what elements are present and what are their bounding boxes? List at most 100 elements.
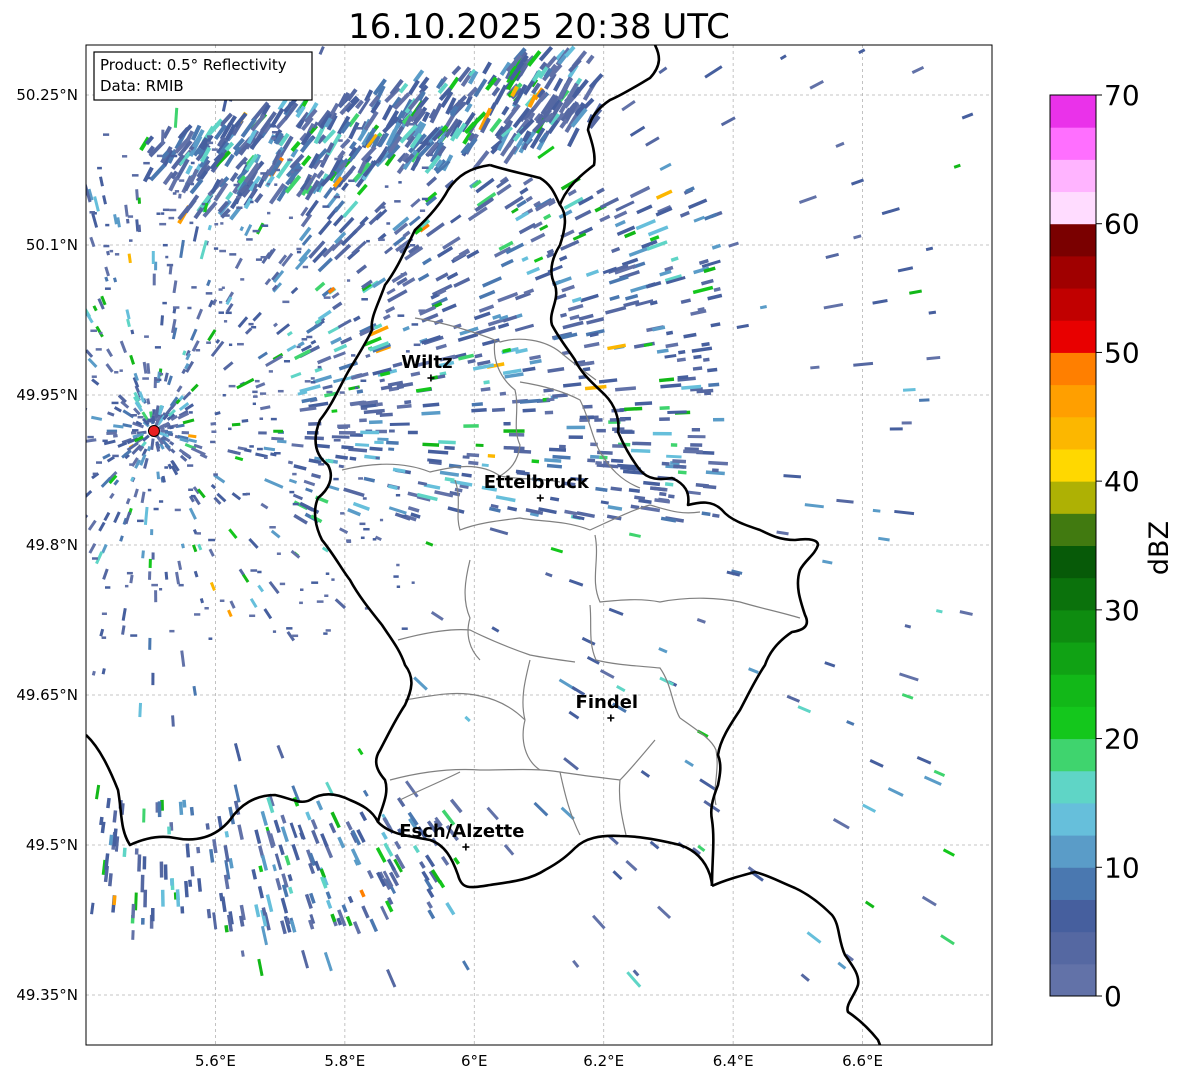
echo-cell	[231, 422, 241, 427]
echo-cell	[251, 325, 257, 329]
colorbar-segment	[1050, 674, 1096, 707]
echo-cell	[124, 584, 129, 588]
echo-cell	[687, 435, 706, 439]
echo-cell	[264, 456, 268, 459]
echo-cell	[0, 322, 6, 328]
echo-cell	[91, 557, 98, 560]
colorbar-segment	[1050, 127, 1096, 160]
echo-cell	[210, 422, 217, 426]
echo-cell	[260, 255, 268, 259]
echo-cell	[78, 494, 84, 500]
echo-cell	[182, 799, 187, 808]
echo-cell	[324, 594, 329, 597]
colorbar-segment	[1050, 481, 1096, 514]
echo-cell	[169, 208, 177, 212]
echo-cell	[166, 263, 174, 267]
echo-cell	[401, 514, 407, 518]
echo-cell	[142, 377, 149, 380]
echo-cell	[296, 247, 302, 251]
colorbar-segment	[1050, 770, 1096, 804]
echo-cell	[68, 557, 75, 565]
echo-cell	[162, 243, 168, 247]
echo-cell	[178, 193, 182, 199]
echo-cell	[210, 440, 216, 444]
echo-cell	[91, 375, 97, 378]
echo-cell	[292, 502, 299, 506]
colorbar-segment	[1050, 255, 1096, 289]
echo-cell	[50, 413, 57, 417]
echo-cell	[546, 397, 555, 402]
echo-cell	[129, 414, 137, 417]
echo-cell	[274, 183, 278, 186]
echo-cell	[2, 392, 11, 397]
radar-site-marker[interactable]	[147, 425, 160, 437]
echo-cell	[54, 361, 63, 368]
echo-cell	[104, 586, 111, 589]
echo-cell	[147, 418, 153, 422]
echo-cell	[375, 456, 380, 460]
echo-cell	[462, 455, 470, 459]
echo-cell	[219, 249, 227, 253]
echo-cell	[237, 342, 244, 346]
echo-cell	[287, 158, 293, 162]
colorbar-segment	[1050, 288, 1096, 321]
echo-cell	[87, 435, 94, 439]
longitude-ticks: 5.6°E 5.8°E 6°E 6.2°E 6.4°E 6.6°E	[195, 1052, 883, 1070]
echo-cell	[169, 629, 175, 633]
radar-figure: 16.10.2025 20:38 UTC Wiltz Ettelbruck Fi…	[0, 0, 1184, 1081]
echo-cell	[369, 420, 383, 425]
echo-cell	[271, 137, 276, 140]
echo-cell	[74, 318, 82, 327]
echo-cell	[68, 331, 73, 337]
echo-cell	[331, 578, 335, 581]
colorbar-tick-label: 40	[1104, 465, 1140, 498]
echo-cell	[207, 141, 214, 145]
echo-cell	[333, 195, 341, 199]
echo-cell	[72, 508, 82, 518]
echo-cell	[397, 314, 405, 317]
echo-cell	[228, 343, 233, 347]
echo-cell	[68, 312, 76, 321]
echo-cell	[348, 179, 355, 183]
echo-cell	[273, 429, 284, 433]
echo-cell	[213, 247, 219, 250]
city-label: Ettelbruck	[484, 472, 590, 493]
echo-cell	[154, 378, 160, 381]
echo-cell	[131, 930, 135, 940]
echo-cell	[35, 308, 46, 319]
echo-cell	[256, 447, 263, 451]
echo-cell	[331, 409, 338, 413]
echo-cell	[51, 460, 57, 465]
echo-cell	[282, 300, 290, 304]
echo-cell	[296, 250, 302, 254]
echo-cell	[690, 443, 703, 447]
echo-cell	[78, 221, 83, 228]
echo-cell	[162, 301, 167, 305]
echo-cell	[289, 490, 295, 494]
echo-cell	[711, 468, 719, 473]
echo-cell	[531, 459, 540, 464]
echo-cell	[130, 431, 137, 435]
echo-cell	[151, 251, 155, 264]
echo-cell	[122, 155, 128, 158]
colorbar-segment	[1050, 95, 1096, 128]
echo-cell	[111, 401, 119, 405]
echo-cell	[69, 506, 76, 513]
echo-cell	[304, 380, 311, 383]
echo-cell	[257, 570, 262, 574]
echo-cell	[919, 398, 930, 402]
echo-cell	[233, 183, 239, 187]
echo-cell	[12, 544, 23, 553]
echo-cell	[1, 424, 14, 427]
colorbar-tick-label: 70	[1104, 79, 1140, 112]
echo-cell	[559, 444, 566, 449]
echo-cell	[18, 432, 30, 435]
echo-cell	[632, 441, 652, 446]
colorbar-segment	[1050, 738, 1096, 772]
colorbar-segment	[1050, 609, 1096, 643]
echo-cell	[425, 153, 433, 157]
echo-cell	[252, 395, 258, 398]
map-title: 16.10.2025 20:38 UTC	[348, 7, 730, 47]
echo-cell	[152, 273, 156, 286]
echo-cell	[224, 214, 230, 217]
